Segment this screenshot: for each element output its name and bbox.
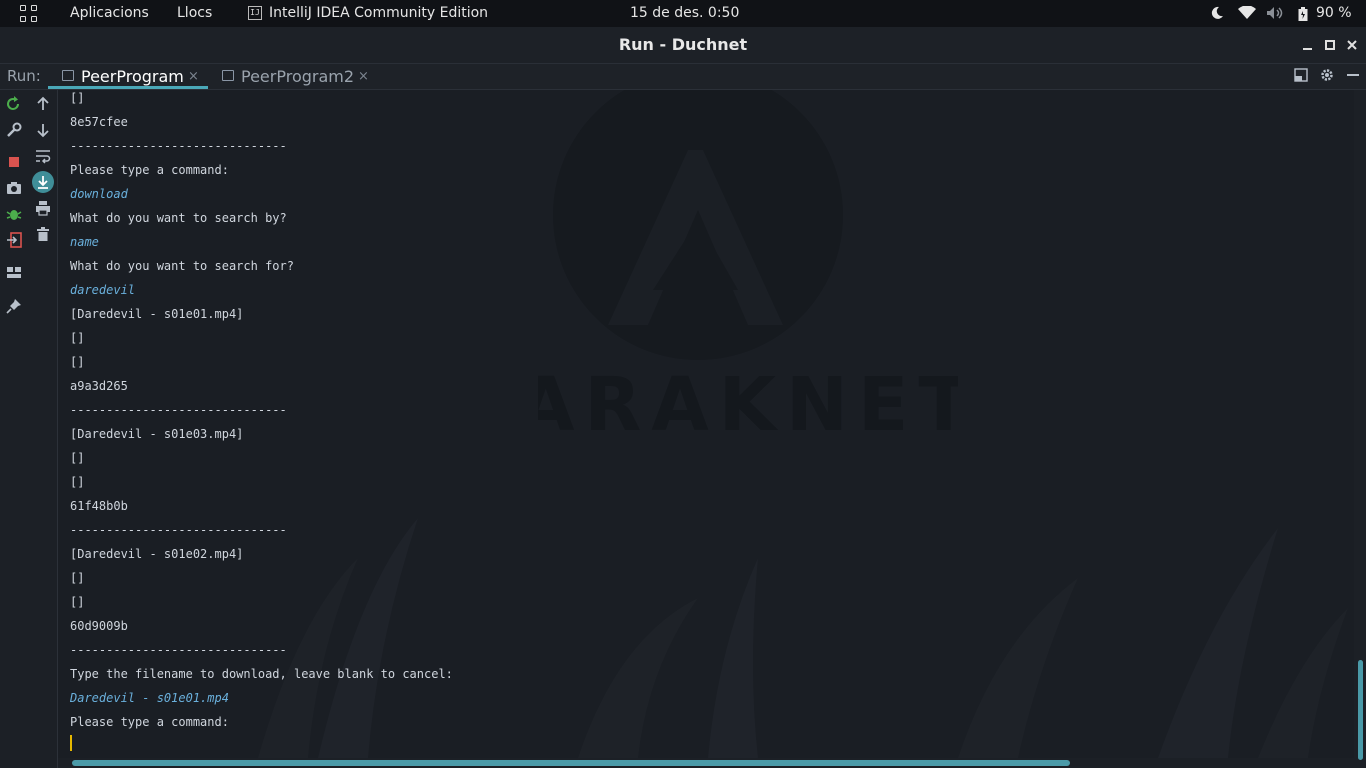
console-output[interactable]: ARAKNET [] 8e57cfee ----------------------… xyxy=(58,90,1354,758)
console-output-line: [] xyxy=(70,595,85,609)
tab-close-icon[interactable]: × xyxy=(358,64,369,89)
print-icon[interactable] xyxy=(35,200,51,216)
layout-icon[interactable] xyxy=(6,264,22,280)
wifi-icon[interactable] xyxy=(1238,6,1256,20)
minimize-icon[interactable] xyxy=(1300,37,1316,53)
debug-bug-icon[interactable] xyxy=(6,206,22,222)
places-menu[interactable]: Llocs xyxy=(177,0,212,27)
console-output-line: [Daredevil - s01e03.mp4] xyxy=(70,427,244,441)
layout-icon[interactable] xyxy=(1294,68,1308,82)
console-output-line: [Daredevil - s01e01.mp4] xyxy=(70,307,244,321)
active-tab-indicator xyxy=(48,86,208,89)
console-output-line: [] xyxy=(70,331,85,345)
run-actions-toolbar xyxy=(0,90,30,768)
volume-icon[interactable] xyxy=(1266,6,1284,20)
console-output-line: [] xyxy=(70,571,85,585)
run-label: Run: xyxy=(7,67,41,85)
wrench-icon[interactable] xyxy=(6,122,22,138)
window-title: Run - Duchnet xyxy=(618,35,748,54)
applications-menu[interactable]: Aplicacions xyxy=(70,0,149,27)
console-output-line: ------------------------------ xyxy=(70,523,287,537)
console-output-line: Please type a command: xyxy=(70,163,229,177)
hide-icon[interactable] xyxy=(1346,68,1360,82)
maximize-icon[interactable] xyxy=(1322,37,1338,53)
vertical-scrollbar[interactable] xyxy=(1358,660,1363,760)
soft-wrap-icon[interactable] xyxy=(35,148,51,164)
scroll-to-end-icon xyxy=(38,176,48,189)
console-output-line: ------------------------------ xyxy=(70,403,287,417)
battery-percentage[interactable]: 90 % xyxy=(1316,0,1352,27)
console-output-line: [Daredevil - s01e02.mp4] xyxy=(70,547,244,561)
night-light-icon[interactable] xyxy=(1210,6,1224,20)
rerun-icon[interactable] xyxy=(6,96,22,112)
trash-icon[interactable] xyxy=(35,226,51,242)
console-icon xyxy=(62,70,74,81)
console-output-line: 60d9009b xyxy=(70,619,128,633)
stop-icon[interactable] xyxy=(6,154,22,170)
console-output-line: [] xyxy=(70,355,85,369)
console-input-line: daredevil xyxy=(70,283,136,297)
down-arrow-icon[interactable] xyxy=(35,122,51,138)
active-app-menu[interactable]: IntelliJ IDEA Community Edition xyxy=(269,0,488,27)
console-lines: [] 8e57cfee ------------------------------… xyxy=(70,90,453,734)
horizontal-scrollbar[interactable] xyxy=(72,760,1070,766)
battery-icon[interactable] xyxy=(1298,7,1308,21)
console-output-line: a9a3d265 xyxy=(70,379,128,393)
intellij-icon: IJ xyxy=(248,6,262,20)
console-actions-toolbar xyxy=(29,90,58,768)
console-output-line: 61f48b0b xyxy=(70,499,128,513)
watermark-text: ARAKNET xyxy=(538,362,958,448)
console-input-line: download xyxy=(70,187,128,201)
console-output-line: [] xyxy=(70,451,85,465)
console-input-line: name xyxy=(70,235,99,249)
console-icon xyxy=(222,70,234,81)
console-output-line: ------------------------------ xyxy=(70,139,287,153)
console-output-line: ------------------------------ xyxy=(70,643,287,657)
console-input-line: Daredevil - s01e01.mp4 xyxy=(70,691,229,705)
console-output-line: [] xyxy=(70,475,85,489)
apps-grid-icon[interactable] xyxy=(20,5,38,23)
camera-icon[interactable] xyxy=(6,180,22,196)
pin-icon[interactable] xyxy=(6,298,22,314)
top-panel: Aplicacions Llocs IJ IntelliJ IDEA Commu… xyxy=(0,0,1366,27)
araknet-logo-watermark: ARAKNET xyxy=(538,90,958,448)
scroll-to-end-toggle[interactable] xyxy=(32,171,54,193)
clock[interactable]: 15 de des. 0:50 xyxy=(630,0,739,27)
console-output-line: What do you want to search by? xyxy=(70,211,287,225)
text-caret xyxy=(70,735,72,751)
console-output-line: Type the filename to download, leave bla… xyxy=(70,667,453,681)
window-titlebar[interactable]: Run - Duchnet xyxy=(0,27,1366,64)
console-output-line: What do you want to search for? xyxy=(70,259,294,273)
settings-gear-icon[interactable] xyxy=(1320,68,1334,82)
up-arrow-icon[interactable] xyxy=(35,96,51,112)
console-output-line: 8e57cfee xyxy=(70,115,128,129)
console-output-line: [] xyxy=(70,91,85,105)
exit-icon[interactable] xyxy=(6,232,22,248)
tab-label: PeerProgram2 xyxy=(241,67,355,86)
console-output-line: Please type a command: xyxy=(70,715,229,729)
close-icon[interactable] xyxy=(1344,37,1360,53)
